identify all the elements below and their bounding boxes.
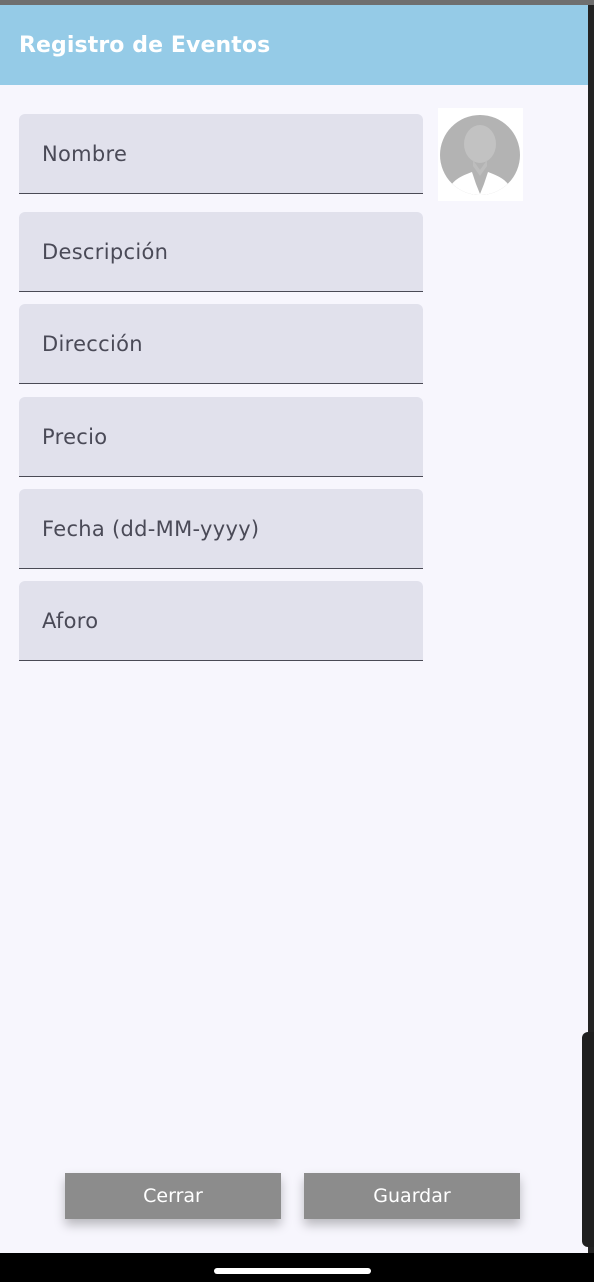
description-field[interactable]: Descripción [19,212,423,292]
save-button[interactable]: Guardar [304,1173,520,1219]
address-field-placeholder: Dirección [42,331,143,356]
navigation-bar [0,1253,594,1282]
home-gesture-handle[interactable] [214,1268,371,1274]
app-bar: Registro de Eventos [0,5,588,85]
date-field[interactable]: Fecha (dd-MM-yyyy) [19,489,423,569]
app-title: Registro de Eventos [19,33,271,58]
close-button[interactable]: Cerrar [65,1173,281,1219]
capacity-field-placeholder: Aforo [42,608,99,633]
date-field-placeholder: Fecha (dd-MM-yyyy) [42,516,260,541]
capacity-field[interactable]: Aforo [19,581,423,661]
side-handle [582,1032,594,1247]
price-field[interactable]: Precio [19,397,423,477]
event-image-picker[interactable] [438,108,523,201]
name-field[interactable]: Nombre [19,114,423,194]
price-field-placeholder: Precio [42,424,108,449]
description-field-placeholder: Descripción [42,239,169,264]
address-field[interactable]: Dirección [19,304,423,384]
person-silhouette-icon [440,115,520,195]
name-field-placeholder: Nombre [42,141,128,166]
